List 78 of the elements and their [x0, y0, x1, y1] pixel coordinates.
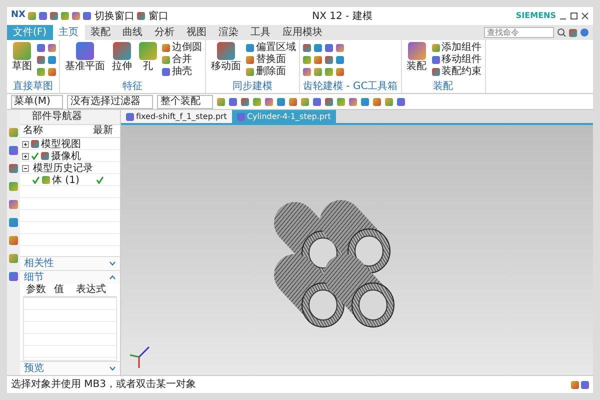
command-icon — [113, 42, 131, 60]
status-message: 选择对象并使用 MB3，或者双击某一对象 — [11, 378, 196, 392]
command-button[interactable]: 偏置区域 — [246, 42, 296, 54]
document-icon — [126, 112, 134, 120]
tree-item[interactable]: 体 (1) — [52, 172, 80, 188]
command-icon — [13, 42, 31, 60]
menu-tab[interactable]: 工具 — [244, 25, 277, 40]
tree-item[interactable]: 模型视图 — [41, 136, 81, 152]
expander-icon[interactable] — [22, 152, 29, 160]
command-icon — [217, 42, 235, 60]
tree-item[interactable]: 摄像机 — [51, 148, 81, 164]
command-button[interactable]: 移动面 — [209, 42, 243, 73]
check-icon[interactable] — [31, 152, 39, 160]
expander-icon[interactable] — [22, 164, 29, 172]
chevron-icon[interactable] — [109, 261, 116, 266]
menu-tab[interactable]: 主页 — [52, 25, 85, 40]
command-button[interactable]: 装配 — [404, 42, 429, 73]
tree-item[interactable]: 模型历史记录 — [33, 160, 93, 176]
check-icon[interactable] — [32, 176, 40, 184]
command-button[interactable]: 删除面 — [246, 66, 296, 78]
toolbar-icon[interactable] — [569, 28, 577, 36]
menu-tab[interactable]: 渲染 — [212, 25, 245, 40]
column-header[interactable]: 表达式 — [73, 284, 113, 296]
close-icon[interactable] — [581, 12, 589, 20]
group-label: 齿轮建模 - GC工具箱 — [303, 81, 398, 93]
menu-tab[interactable]: 装配 — [84, 25, 117, 40]
column-header[interactable]: 最新 — [90, 125, 118, 137]
expander-icon[interactable] — [22, 140, 29, 148]
menu-tab[interactable]: 应用模块 — [276, 25, 329, 40]
command-button[interactable]: 抽壳 — [162, 66, 202, 78]
window-icon — [83, 12, 92, 20]
quick-access-button[interactable]: 切换窗口 — [94, 8, 134, 24]
group-label: 直接草图 — [12, 81, 54, 93]
node-icon — [41, 152, 49, 160]
menu-tab[interactable]: 视图 — [180, 25, 213, 40]
search-icon[interactable] — [557, 28, 566, 37]
document-icon — [236, 112, 245, 120]
app-logo: NX — [11, 9, 26, 22]
panel-header[interactable]: 预览 — [24, 362, 44, 375]
menu-dropdown[interactable]: 菜单(M) — [11, 94, 64, 108]
command-button[interactable]: 合并 — [162, 54, 202, 66]
group-label: 同步建模 — [232, 81, 274, 93]
node-icon — [31, 140, 39, 148]
command-icon — [408, 42, 426, 60]
group-label: 装配 — [432, 81, 454, 93]
command-button[interactable]: 孔 — [137, 42, 159, 73]
command-button[interactable]: 替换面 — [246, 54, 296, 66]
window-icon — [137, 12, 146, 20]
command-button[interactable]: 基准平面 — [63, 42, 107, 73]
group-label: 特征 — [122, 81, 144, 93]
command-button[interactable]: 装配约束 — [432, 66, 482, 78]
column-header[interactable]: 值 — [51, 284, 73, 296]
menu-tab[interactable]: 曲线 — [116, 25, 149, 40]
command-button[interactable]: 拉伸 — [110, 42, 134, 73]
column-header[interactable]: 参数 — [23, 284, 51, 296]
chevron-icon[interactable] — [109, 366, 116, 371]
command-button[interactable]: 边倒圆 — [162, 42, 202, 54]
node-icon — [42, 176, 50, 184]
command-icon — [76, 42, 94, 60]
command-button[interactable]: 移动组件 — [432, 54, 482, 66]
search-field[interactable]: 查找命令 — [484, 27, 554, 38]
command-icon — [139, 42, 157, 60]
maximize-icon[interactable] — [570, 12, 578, 20]
command-button[interactable]: 草图 — [10, 42, 34, 73]
filter-dropdown[interactable]: 整个装配 — [157, 94, 214, 108]
chevron-icon[interactable] — [109, 275, 116, 280]
filter-dropdown[interactable]: 没有选择过滤器 — [67, 94, 154, 108]
column-header[interactable]: 名称 — [20, 125, 90, 137]
quick-access-button[interactable]: 窗口 — [148, 8, 168, 24]
menu-tab[interactable]: 分析 — [148, 25, 181, 40]
command-button[interactable]: 添加组件 — [432, 42, 482, 54]
axis-triad-icon — [129, 345, 151, 369]
navigator-title: 部件导航器 — [20, 110, 120, 125]
panel-header[interactable]: 细节 — [24, 271, 44, 284]
help-icon[interactable] — [580, 28, 589, 37]
brand-label: SIEMENS — [516, 10, 556, 22]
window-title: NX 12 - 建模 — [311, 10, 374, 24]
document-tab[interactable]: fixed-shift_f_1_step.prt — [121, 110, 232, 123]
